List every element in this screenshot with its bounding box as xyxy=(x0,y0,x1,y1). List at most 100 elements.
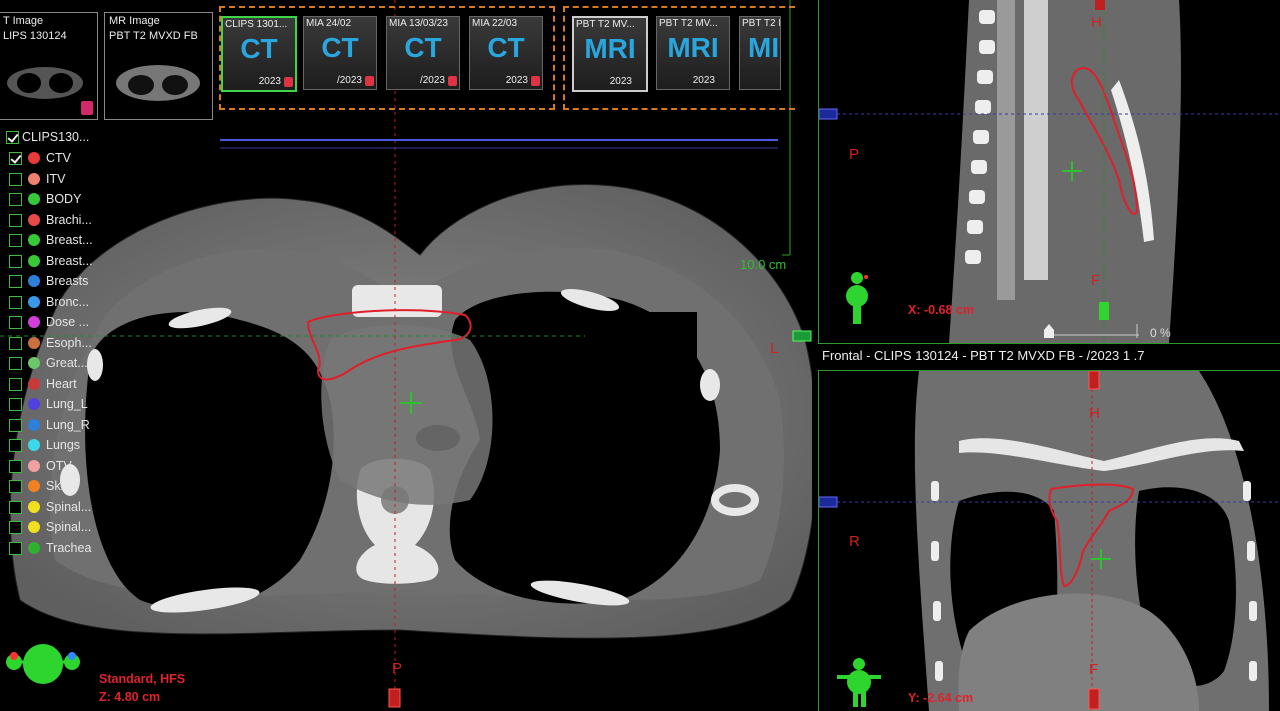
structure-name: Brachi... xyxy=(46,212,92,227)
series-gem-icon xyxy=(365,76,374,86)
structure-row[interactable]: Lung_R xyxy=(4,416,114,434)
structure-visibility-checkbox[interactable] xyxy=(9,459,22,473)
structure-visibility-checkbox[interactable] xyxy=(9,152,22,165)
series-thumb-mri-3[interactable]: PBT T2 MV... MI xyxy=(739,16,781,90)
coronal-bottom-handle[interactable] xyxy=(1088,688,1100,710)
series-gem-icon xyxy=(531,76,540,86)
structure-name: Spinal... xyxy=(46,520,92,534)
structure-color-icon xyxy=(28,541,40,554)
structure-name: Heart xyxy=(46,376,77,391)
structure-color-icon xyxy=(28,275,40,287)
structure-color-icon xyxy=(28,316,40,328)
structure-set-row[interactable]: CLIPS130... xyxy=(4,128,114,146)
structure-color-icon xyxy=(28,336,40,349)
thumb-preview xyxy=(7,67,83,99)
structure-row[interactable]: Spinal... xyxy=(4,498,114,516)
structure-set-checkbox[interactable] xyxy=(6,131,19,144)
image-thumb-mr[interactable]: MR Image PBT T2 MVXD FB xyxy=(104,12,213,120)
structure-visibility-checkbox[interactable] xyxy=(9,439,22,452)
structure-visibility-checkbox[interactable] xyxy=(9,254,22,268)
structure-color-icon xyxy=(28,377,40,390)
structure-row[interactable]: Breasts xyxy=(4,272,114,290)
series-thumb-ct-3[interactable]: MIA 13/03/23 CT /2023 xyxy=(386,16,460,90)
series-thumb-mri-1[interactable]: PBT T2 MV... MRI 2023 xyxy=(572,16,648,92)
series-thumb-ct-2[interactable]: MIA 24/02 CT /2023 xyxy=(303,16,377,90)
structure-visibility-checkbox[interactable] xyxy=(9,541,22,555)
structure-name: Lungs xyxy=(46,438,81,452)
scale-label: 10.0 cm xyxy=(740,257,787,272)
structure-visibility-checkbox[interactable] xyxy=(9,418,22,432)
structure-color-icon xyxy=(28,459,40,472)
structure-row[interactable]: Skin xyxy=(4,477,114,495)
coronal-view-title: Frontal - CLIPS 130124 - PBT T2 MVXD FB … xyxy=(822,348,1145,363)
structure-row[interactable]: Breast... xyxy=(4,231,114,249)
structure-visibility-checkbox[interactable] xyxy=(9,172,22,186)
coronal-slice-handle[interactable] xyxy=(819,496,838,508)
sagittal-ct-image[interactable] xyxy=(819,0,1280,343)
structure-row[interactable]: Lung_L xyxy=(4,395,114,413)
structure-visibility-checkbox[interactable] xyxy=(9,275,22,288)
axial-viewer[interactable]: T Image LIPS 130124 MR Image PBT T2 MVXD… xyxy=(0,0,812,710)
structure-visibility-checkbox[interactable] xyxy=(9,234,22,247)
axial-slice-handle[interactable] xyxy=(792,330,812,342)
structure-row[interactable]: OTV xyxy=(4,457,114,475)
structure-visibility-checkbox[interactable] xyxy=(9,521,22,534)
structure-name: Great... xyxy=(46,356,88,370)
axial-bottom-handle[interactable] xyxy=(388,688,401,708)
structure-visibility-checkbox[interactable] xyxy=(9,500,22,514)
structure-visibility-checkbox[interactable] xyxy=(9,213,22,227)
sagittal-bottom-handle[interactable] xyxy=(1099,302,1109,320)
structure-row[interactable]: Bronc... xyxy=(4,293,114,311)
structure-row[interactable]: Esoph... xyxy=(4,334,114,352)
structure-row[interactable]: BODY xyxy=(4,190,114,208)
thumb-preview xyxy=(116,65,200,101)
series-gem-icon xyxy=(448,76,457,86)
structure-visibility-checkbox[interactable] xyxy=(9,398,22,411)
structure-row[interactable]: ITV xyxy=(4,170,114,188)
structure-row[interactable]: Spinal... xyxy=(4,518,114,536)
series-thumb-ct-4[interactable]: MIA 22/03 CT 2023 xyxy=(469,16,543,90)
orientation-label-posterior: P xyxy=(849,146,860,163)
structure-visibility-checkbox[interactable] xyxy=(9,316,22,329)
coronal-viewer[interactable]: H R F Y: -2.64 cm xyxy=(818,370,1280,711)
structure-color-icon xyxy=(28,172,40,185)
structure-visibility-checkbox[interactable] xyxy=(9,336,22,350)
sagittal-slice-handle[interactable] xyxy=(819,108,838,120)
orientation-label-head: H xyxy=(1091,14,1102,31)
structure-name: Skin xyxy=(46,479,71,493)
structure-visibility-checkbox[interactable] xyxy=(9,377,22,391)
series-thumb-ct-1[interactable]: CLIPS 1301... CT 2023 xyxy=(221,16,297,92)
structure-row[interactable]: Trachea xyxy=(4,539,114,557)
structure-name: OTV xyxy=(46,458,72,473)
series-thumb-mri-2[interactable]: PBT T2 MV... MRI 2023 xyxy=(656,16,730,90)
structure-visibility-checkbox[interactable] xyxy=(9,295,22,309)
y-coordinate-text: Y: -2.64 cm xyxy=(908,691,974,705)
structure-color-icon xyxy=(28,500,40,513)
structure-color-icon xyxy=(28,480,40,492)
structure-color-icon xyxy=(28,213,40,226)
structure-row[interactable]: Heart xyxy=(4,375,114,393)
orientation-figure-sagittal xyxy=(846,272,868,324)
structure-row[interactable]: Lungs xyxy=(4,436,114,454)
image-thumb-ct[interactable]: T Image LIPS 130124 xyxy=(0,12,98,120)
orientation-label-head: H xyxy=(1089,405,1100,422)
coronal-top-handle[interactable] xyxy=(1088,371,1100,390)
structure-row[interactable]: CTV xyxy=(4,149,114,167)
coronal-ct-image[interactable] xyxy=(819,371,1280,711)
series-gem-icon xyxy=(284,77,293,87)
structure-name: BODY xyxy=(46,192,82,206)
structure-visibility-checkbox[interactable] xyxy=(9,193,22,206)
structure-color-icon xyxy=(28,439,40,451)
structure-name: ITV xyxy=(46,171,66,186)
orientation-label-posterior: P xyxy=(392,660,403,677)
structure-visibility-checkbox[interactable] xyxy=(9,357,22,370)
structure-row[interactable]: Brachi... xyxy=(4,211,114,229)
structure-visibility-checkbox[interactable] xyxy=(9,480,22,493)
structure-row[interactable]: Great... xyxy=(4,354,114,372)
structure-row[interactable]: Breast... xyxy=(4,252,114,270)
image-thumb-title: T Image xyxy=(3,15,44,27)
structure-row[interactable]: Dose ... xyxy=(4,313,114,331)
structure-color-icon xyxy=(28,295,40,308)
sagittal-viewer[interactable]: H P F X: -0.68 cm 0 % xyxy=(818,0,1280,344)
structure-name: Breast... xyxy=(46,253,93,268)
